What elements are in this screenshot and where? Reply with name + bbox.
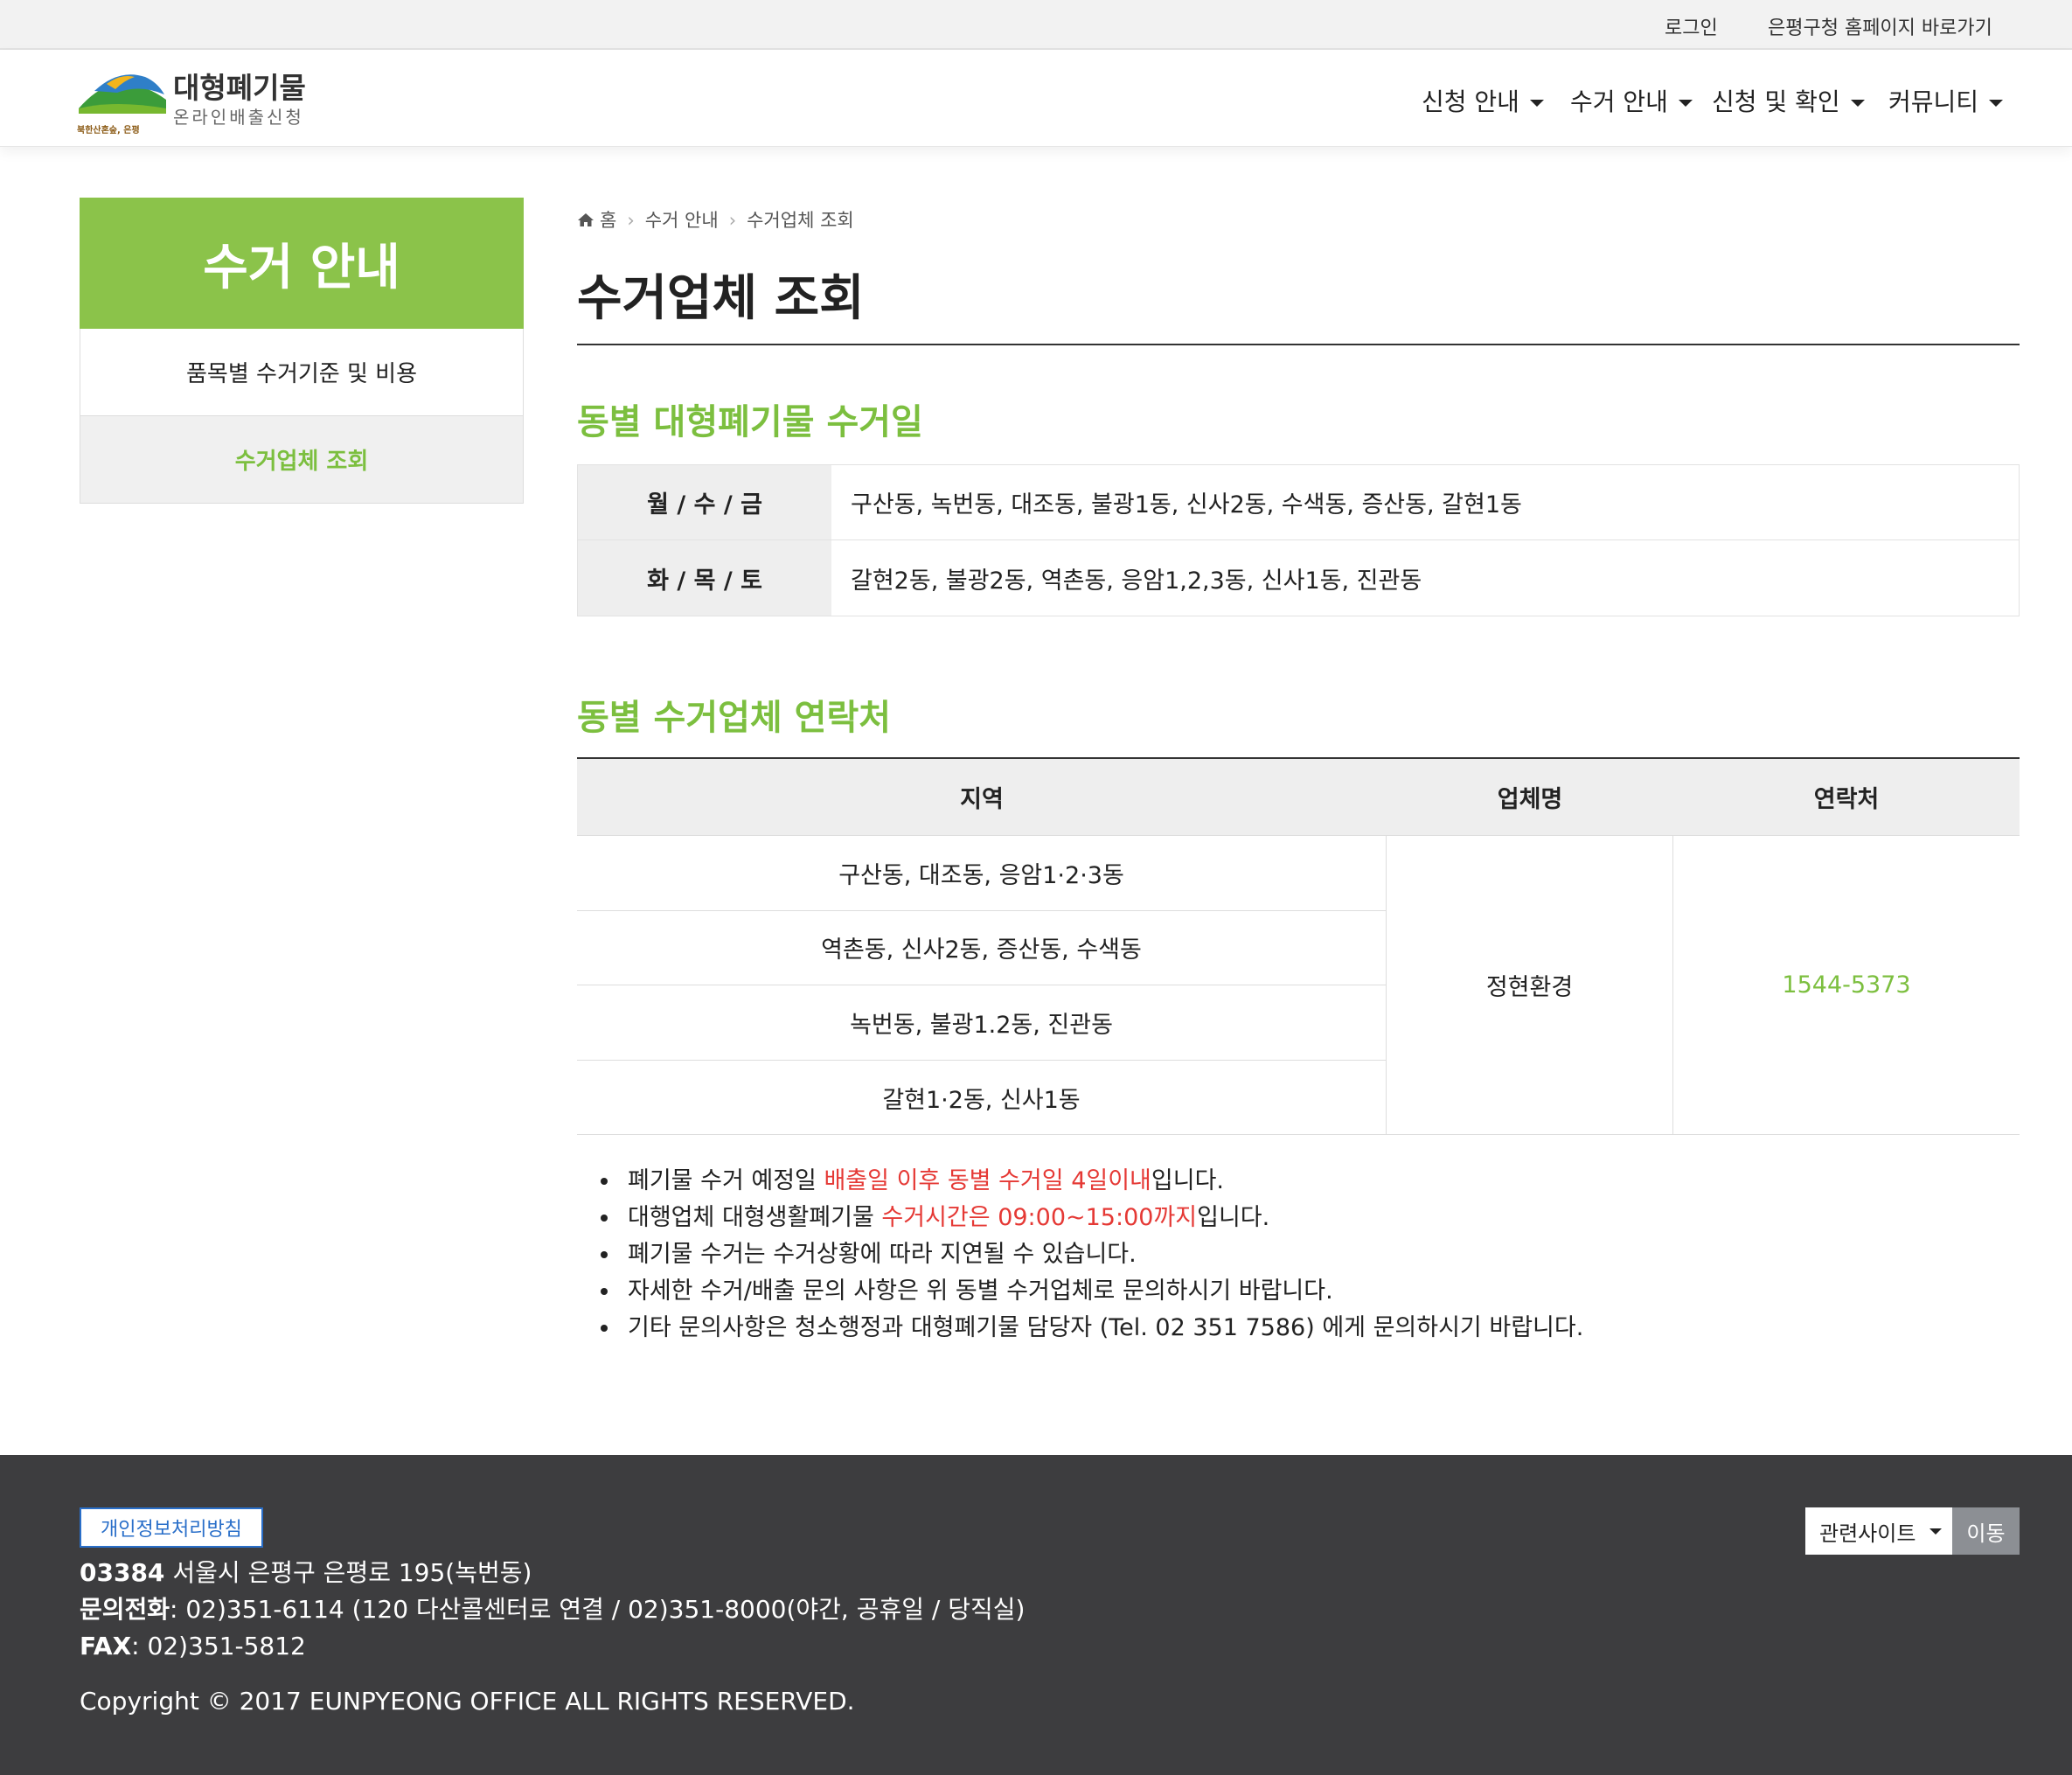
sidebar-item-item-criteria[interactable]: 품목별 수거기준 및 비용 <box>80 329 524 416</box>
list-item: 폐기물 수거 예정일 배출일 이후 동별 수거일 4일이내입니다. <box>621 1163 1583 1200</box>
fax-label: FAX <box>80 1632 132 1660</box>
site-footer: 개인정보처리방침 03384 서울시 은평구 은평로 195(녹번동) 문의전화… <box>0 1455 2072 1775</box>
region-cell: 역촌동, 신사2동, 증산동, 수색동 <box>577 911 1386 985</box>
nav-community[interactable]: 커뮤니티 <box>1888 83 2004 118</box>
sidebar-item-company-lookup[interactable]: 수거업체 조회 <box>80 416 524 504</box>
logo-slogan: 북한산혼숲, 은평 <box>77 126 140 136</box>
list-item: 자세한 수거/배출 문의 사항은 위 동별 수거업체로 문의하시기 바랍니다. <box>621 1273 1583 1310</box>
fax-number: : 02)351-5812 <box>131 1632 306 1660</box>
company-contacts-table: 지역 업체명 연락처 구산동, 대조동, 응암1·2·3동 역촌동, 신사2동,… <box>577 757 2020 1135</box>
site-logo[interactable]: 북한산혼숲, 은평 대형폐기물 온라인배출신청 <box>77 65 313 136</box>
section-contacts-title: 동별 수거업체 연락처 <box>577 698 892 738</box>
site-header: 북한산혼숲, 은평 대형폐기물 온라인배출신청 신청 안내 수거 안내 신청 및… <box>0 50 2072 147</box>
areas-cell: 갈현2동, 불광2동, 역촌동, 응암1,2,3동, 신사1동, 진관동 <box>831 540 2019 616</box>
notice-list: 폐기물 수거 예정일 배출일 이후 동별 수거일 4일이내입니다. 대행업체 대… <box>621 1163 1583 1347</box>
table-header-row: 지역 업체명 연락처 <box>577 759 2020 836</box>
login-link[interactable]: 로그인 <box>1665 12 1718 40</box>
collection-days-table: 월 / 수 / 금 구산동, 녹번동, 대조동, 불광1동, 신사2동, 수색동… <box>577 464 2020 616</box>
regions-column: 구산동, 대조동, 응암1·2·3동 역촌동, 신사2동, 증산동, 수색동 녹… <box>577 836 1387 1134</box>
areas-cell: 구산동, 녹번동, 대조동, 불광1동, 신사2동, 수색동, 증산동, 갈현1… <box>831 465 2019 539</box>
caret-down-icon <box>1678 100 1693 107</box>
company-name-cell: 정현환경 <box>1387 836 1673 1134</box>
breadcrumb-current: 수거업체 조회 <box>747 210 854 231</box>
breadcrumb-collection-guide[interactable]: 수거 안내 <box>645 210 719 231</box>
sidebar-title: 수거 안내 <box>80 198 524 329</box>
breadcrumb: 홈 › 수거 안내 › 수거업체 조회 <box>577 206 854 233</box>
caret-down-icon <box>1529 100 1544 107</box>
privacy-policy-button[interactable]: 개인정보처리방침 <box>80 1507 263 1548</box>
breadcrumb-home[interactable]: 홈 <box>600 210 616 231</box>
table-row: 화 / 목 / 토 갈현2동, 불광2동, 역촌동, 응암1,2,3동, 신사1… <box>578 540 2019 616</box>
nav-apply-check[interactable]: 신청 및 확인 <box>1712 83 1865 118</box>
caret-down-icon <box>1929 1528 1943 1535</box>
days-cell: 월 / 수 / 금 <box>578 465 831 539</box>
related-sites-select[interactable]: 관련사이트 <box>1805 1507 1952 1555</box>
logo-title: 대형폐기물 <box>173 71 306 105</box>
column-header-phone: 연락처 <box>1813 786 1880 813</box>
section-collection-days-title: 동별 대형폐기물 수거일 <box>577 402 923 442</box>
logo-subtitle: 온라인배출신청 <box>173 107 304 128</box>
region-cell: 갈현1·2동, 신사1동 <box>882 1086 1081 1114</box>
copyright: Copyright © 2017 EUNPYEONG OFFICE ALL RI… <box>80 1687 855 1716</box>
logo-mountain-icon <box>79 74 166 114</box>
chevron-right-icon: › <box>627 210 635 231</box>
table-row: 월 / 수 / 금 구산동, 녹번동, 대조동, 불광1동, 신사2동, 수색동… <box>578 465 2019 540</box>
phone-numbers: : 02)351-6114 (120 다산콜센터로 연결 / 02)351-80… <box>170 1595 1026 1624</box>
highlight-text: 배출일 이후 동별 수거일 4일이내 <box>824 1167 1151 1194</box>
go-button[interactable]: 이동 <box>1952 1507 2020 1555</box>
column-header-company: 업체명 <box>1497 786 1563 813</box>
highlight-text: 수거시간은 09:00~15:00까지 <box>881 1204 1198 1231</box>
nav-collection-guide[interactable]: 수거 안내 <box>1570 83 1693 118</box>
list-item: 기타 문의사항은 청소행정과 대형폐기물 담당자 (Tel. 02 351 75… <box>621 1310 1583 1347</box>
region-cell: 구산동, 대조동, 응암1·2·3동 <box>577 836 1386 911</box>
phone-label: 문의전화 <box>80 1595 170 1624</box>
region-cell: 녹번동, 불광1.2동, 진관동 <box>577 985 1386 1061</box>
list-item: 폐기물 수거는 수거상황에 따라 지연될 수 있습니다. <box>621 1236 1583 1273</box>
home-icon <box>578 213 594 226</box>
address: 서울시 은평구 은평로 195(녹번동) <box>164 1558 532 1587</box>
page-title: 수거업체 조회 <box>577 270 865 327</box>
phone-number-cell[interactable]: 1544-5373 <box>1673 836 2020 1134</box>
list-item: 대행업체 대형생활폐기물 수거시간은 09:00~15:00까지입니다. <box>621 1200 1583 1236</box>
district-homepage-link[interactable]: 은평구청 홈페이지 바로가기 <box>1768 12 1992 40</box>
caret-down-icon <box>1989 100 2004 107</box>
footer-contact-info: 03384 서울시 은평구 은평로 195(녹번동) 문의전화: 02)351-… <box>80 1555 1025 1665</box>
top-utility-bar: 로그인 은평구청 홈페이지 바로가기 <box>0 0 2072 50</box>
caret-down-icon <box>1850 100 1865 107</box>
table-body: 구산동, 대조동, 응암1·2·3동 역촌동, 신사2동, 증산동, 수색동 녹… <box>577 836 2020 1135</box>
zip-code: 03384 <box>80 1558 165 1587</box>
nav-apply-guide[interactable]: 신청 안내 <box>1422 83 1544 118</box>
chevron-right-icon: › <box>728 210 737 231</box>
column-header-region: 지역 <box>960 786 1004 813</box>
days-cell: 화 / 목 / 토 <box>578 540 831 616</box>
title-divider <box>577 344 2020 345</box>
